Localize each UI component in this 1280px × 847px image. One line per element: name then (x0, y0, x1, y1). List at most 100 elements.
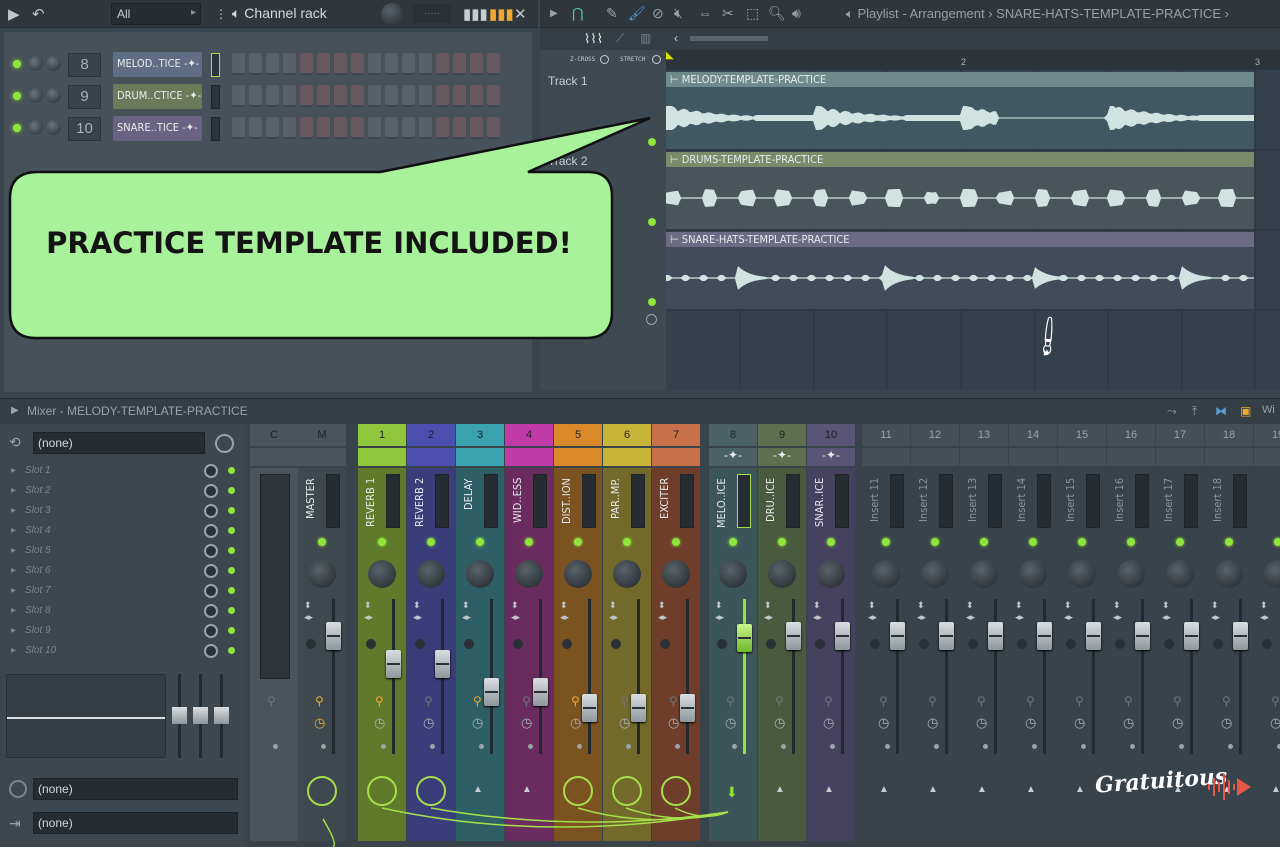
playlist-timeline-ruler[interactable]: ◣ 2 3 (666, 50, 1280, 70)
strip-enable-led[interactable] (623, 538, 631, 546)
strip-enable-led[interactable] (1225, 538, 1233, 546)
mixer-strip[interactable]: 8 -✦- MELO..ICE ⬍ ◂▸ ⚲ ◷ ⬇ (709, 424, 757, 841)
strip-send-knob[interactable] (661, 776, 691, 806)
track-mute-led[interactable] (648, 138, 656, 146)
strip-number[interactable]: 1 (358, 424, 406, 446)
strip-bulb-icon[interactable]: ⚲ (1222, 694, 1231, 708)
channel-pan-knob[interactable] (46, 56, 61, 71)
mixer-strip[interactable]: M MASTER ⬍ ◂▸ ⚲ ◷ (298, 424, 346, 841)
strip-swap-icon[interactable]: ⬍ ◂▸ (609, 599, 618, 623)
step-button[interactable] (334, 53, 347, 75)
step-button[interactable] (232, 117, 245, 139)
strip-send-dot[interactable] (528, 744, 533, 749)
strip-send-dot[interactable] (626, 744, 631, 749)
clip-header[interactable]: ⊢ SNARE-HATS-TEMPLATE-PRACTICE (666, 232, 1254, 247)
strip-send-knob[interactable] (367, 776, 397, 806)
mixer-strip[interactable]: 12 Insert 12 ⬍ ◂▸ ⚲ ◷ ▲ (911, 424, 959, 841)
strip-swap-icon[interactable]: ⬍ ◂▸ (462, 599, 471, 623)
slot-enable-led[interactable] (228, 507, 235, 514)
strip-route-down-icon[interactable]: ⬇ (726, 784, 738, 801)
mixer-strip[interactable]: 11 Insert 11 ⬍ ◂▸ ⚲ ◷ ▲ (862, 424, 910, 841)
eq-display[interactable] (6, 674, 166, 758)
strip-pan-knob[interactable] (872, 560, 900, 588)
strip-clock-icon[interactable]: ◷ (927, 715, 938, 731)
strip-pan-knob[interactable] (1215, 560, 1243, 588)
stretch-toggle[interactable] (652, 55, 661, 64)
strip-pan-knob[interactable] (970, 560, 998, 588)
strip-number[interactable]: 6 (603, 424, 651, 446)
effect-slot[interactable]: Slot 8 (8, 602, 198, 620)
strip-stereo-icon[interactable] (1213, 639, 1223, 649)
strip-bulb-icon[interactable]: ⚲ (1271, 694, 1280, 708)
strip-swap-icon[interactable]: ⬍ ◂▸ (560, 599, 569, 623)
strip-clock-icon[interactable]: ◷ (976, 715, 987, 731)
strip-pan-knob[interactable] (662, 560, 690, 588)
strip-send-dot[interactable] (675, 744, 680, 749)
playlist-horizontal-scrollbar[interactable] (690, 36, 768, 41)
strip-clock-icon[interactable]: ◷ (878, 715, 889, 731)
strip-swap-icon[interactable]: ⬍ ◂▸ (1113, 599, 1122, 623)
step-sequencer-icon[interactable]: ▮▮▮ (489, 5, 514, 23)
strip-send-dot[interactable] (934, 744, 939, 749)
strip-send-dot[interactable] (1228, 744, 1233, 749)
strip-send-dot[interactable] (1130, 744, 1135, 749)
strip-pan-knob[interactable] (1166, 560, 1194, 588)
strip-number[interactable]: 4 (505, 424, 553, 446)
strip-swap-icon[interactable]: ⬍ ◂▸ (1015, 599, 1024, 623)
track-4-mute[interactable] (646, 314, 657, 325)
slot-enable-led[interactable] (228, 467, 235, 474)
eq-low-fader[interactable] (172, 707, 187, 724)
undo-icon[interactable]: ↶ (32, 5, 45, 23)
strip-clock-icon[interactable]: ◷ (774, 715, 785, 731)
strip-stereo-icon[interactable] (660, 639, 670, 649)
strip-stereo-icon[interactable] (766, 639, 776, 649)
strip-swap-icon[interactable]: ⬍ ◂▸ (364, 599, 373, 623)
strip-number[interactable]: 3 (456, 424, 504, 446)
strip-stereo-icon[interactable] (562, 639, 572, 649)
strip-bulb-icon[interactable]: ⚲ (424, 694, 433, 708)
strip-route-up-icon[interactable]: ▲ (775, 784, 785, 795)
step-button[interactable] (232, 53, 245, 75)
strip-stereo-icon[interactable] (968, 639, 978, 649)
strip-pan-knob[interactable] (368, 560, 396, 588)
strip-send-dot[interactable] (273, 744, 278, 749)
slot-enable-led[interactable] (228, 567, 235, 574)
strip-send-dot[interactable] (732, 744, 737, 749)
strip-route-up-icon[interactable]: ▲ (473, 784, 483, 795)
strip-volume-fader[interactable] (786, 622, 801, 650)
scroll-left-icon[interactable]: ‹ (674, 31, 678, 45)
channel-name-button[interactable]: DRUM..CTICE -✦- (113, 84, 202, 109)
strip-send-dot[interactable] (1032, 744, 1037, 749)
channel-volume-knob[interactable] (28, 120, 43, 135)
track-label[interactable]: Track 2 (548, 154, 588, 168)
strip-enable-led[interactable] (427, 538, 435, 546)
input-clock-icon[interactable] (215, 434, 234, 453)
strip-clock-icon[interactable]: ◷ (472, 715, 483, 731)
channel-volume-knob[interactable] (28, 88, 43, 103)
strip-clock-icon[interactable]: ◷ (668, 715, 679, 731)
output-select-1[interactable]: (none) (33, 778, 238, 800)
strip-pan-knob[interactable] (921, 560, 949, 588)
channel-pan-knob[interactable] (46, 120, 61, 135)
color-icon[interactable]: ▣ (1240, 404, 1251, 418)
strip-swap-icon[interactable]: ⬍ ◂▸ (715, 599, 724, 623)
step-button[interactable] (249, 85, 262, 107)
step-button[interactable] (453, 53, 466, 75)
strip-bulb-icon[interactable]: ⚲ (1173, 694, 1182, 708)
mixer-strip[interactable]: 9 -✦- DRU..ICE ⬍ ◂▸ ⚲ ◷ ▲ (758, 424, 806, 841)
output-icon[interactable]: ⇥ (9, 815, 21, 832)
strip-number[interactable]: 19 (1254, 424, 1280, 446)
strip-stereo-icon[interactable] (1017, 639, 1027, 649)
strip-route-up-icon[interactable]: ▲ (522, 784, 532, 795)
strip-volume-fader[interactable] (737, 624, 752, 652)
playback-icon[interactable]: 🔊︎ (792, 5, 801, 22)
step-button[interactable] (300, 117, 313, 139)
step-button[interactable] (368, 117, 381, 139)
strip-swap-icon[interactable]: ⬍ ◂▸ (413, 599, 422, 623)
step-button[interactable] (487, 53, 500, 75)
strip-bulb-icon[interactable]: ⚲ (315, 694, 324, 708)
zoom-icon[interactable]: 🔍︎ (768, 5, 786, 22)
slot-enable-led[interactable] (228, 487, 235, 494)
step-button[interactable] (453, 85, 466, 107)
export-icon[interactable]: ⤒ (1192, 404, 1197, 419)
